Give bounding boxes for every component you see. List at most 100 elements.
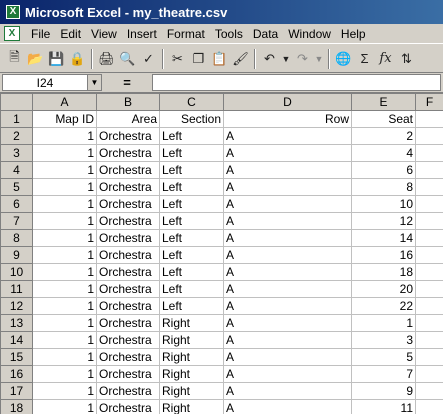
cell-f16[interactable] xyxy=(415,365,443,383)
sort-ascending-icon[interactable]: ⇅ xyxy=(396,48,417,70)
cell-b8[interactable]: Orchestra xyxy=(96,229,160,247)
cell-f12[interactable] xyxy=(415,297,443,315)
cell-c6[interactable]: Left xyxy=(159,195,224,213)
menu-help[interactable]: Help xyxy=(336,27,371,41)
row-header[interactable]: 16 xyxy=(0,365,33,383)
undo-dropdown-icon[interactable]: ▼ xyxy=(280,48,292,70)
cell-b16[interactable]: Orchestra xyxy=(96,365,160,383)
row-header[interactable]: 14 xyxy=(0,331,33,349)
cell-d17[interactable]: A xyxy=(223,382,352,400)
row-header[interactable]: 3 xyxy=(0,144,33,162)
cell-f9[interactable] xyxy=(415,246,443,264)
cell-f13[interactable] xyxy=(415,314,443,332)
menu-format[interactable]: Format xyxy=(162,27,210,41)
cell-f10[interactable] xyxy=(415,263,443,281)
cell-e2[interactable]: 2 xyxy=(351,127,416,145)
cell-a4[interactable]: 1 xyxy=(32,161,97,179)
cell-a6[interactable]: 1 xyxy=(32,195,97,213)
cell-c1[interactable]: Section xyxy=(159,110,224,128)
cell-d16[interactable]: A xyxy=(223,365,352,383)
cell-f17[interactable] xyxy=(415,382,443,400)
menu-window[interactable]: Window xyxy=(283,27,336,41)
cell-a9[interactable]: 1 xyxy=(32,246,97,264)
autosum-icon[interactable]: Σ xyxy=(354,48,375,70)
hyperlink-icon[interactable]: 🌐 xyxy=(333,48,354,70)
cell-e12[interactable]: 22 xyxy=(351,297,416,315)
spelling-icon[interactable]: ✓ xyxy=(138,48,159,70)
cell-d1[interactable]: Row xyxy=(223,110,352,128)
cell-b2[interactable]: Orchestra xyxy=(96,127,160,145)
row-header[interactable]: 4 xyxy=(0,161,33,179)
cell-a18[interactable]: 1 xyxy=(32,399,97,414)
menu-data[interactable]: Data xyxy=(248,27,283,41)
cell-c17[interactable]: Right xyxy=(159,382,224,400)
cell-b10[interactable]: Orchestra xyxy=(96,263,160,281)
cell-e4[interactable]: 6 xyxy=(351,161,416,179)
cell-c18[interactable]: Right xyxy=(159,399,224,414)
cell-a2[interactable]: 1 xyxy=(32,127,97,145)
menu-view[interactable]: View xyxy=(86,27,122,41)
cut-icon[interactable]: ✂ xyxy=(167,48,188,70)
print-icon[interactable]: 🖨 xyxy=(96,48,117,70)
cell-a7[interactable]: 1 xyxy=(32,212,97,230)
cell-f7[interactable] xyxy=(415,212,443,230)
row-header[interactable]: 2 xyxy=(0,127,33,145)
row-header[interactable]: 6 xyxy=(0,195,33,213)
cell-f11[interactable] xyxy=(415,280,443,298)
cell-a11[interactable]: 1 xyxy=(32,280,97,298)
paste-icon[interactable]: 📋 xyxy=(209,48,230,70)
cell-c2[interactable]: Left xyxy=(159,127,224,145)
open-icon[interactable]: 📂 xyxy=(25,48,46,70)
cell-d4[interactable]: A xyxy=(223,161,352,179)
menu-file[interactable]: File xyxy=(26,27,55,41)
cell-b6[interactable]: Orchestra xyxy=(96,195,160,213)
cell-b9[interactable]: Orchestra xyxy=(96,246,160,264)
cell-c3[interactable]: Left xyxy=(159,144,224,162)
cell-d15[interactable]: A xyxy=(223,348,352,366)
cell-f6[interactable] xyxy=(415,195,443,213)
cell-c15[interactable]: Right xyxy=(159,348,224,366)
row-header[interactable]: 9 xyxy=(0,246,33,264)
cell-d3[interactable]: A xyxy=(223,144,352,162)
row-header[interactable]: 5 xyxy=(0,178,33,196)
cell-b5[interactable]: Orchestra xyxy=(96,178,160,196)
cell-d18[interactable]: A xyxy=(223,399,352,414)
column-header-a[interactable]: A xyxy=(32,93,97,111)
column-header-e[interactable]: E xyxy=(351,93,416,111)
cell-b14[interactable]: Orchestra xyxy=(96,331,160,349)
cell-d8[interactable]: A xyxy=(223,229,352,247)
cell-f15[interactable] xyxy=(415,348,443,366)
cell-b18[interactable]: Orchestra xyxy=(96,399,160,414)
row-header[interactable]: 8 xyxy=(0,229,33,247)
cell-a13[interactable]: 1 xyxy=(32,314,97,332)
undo-icon[interactable]: ↶ xyxy=(259,48,280,70)
cell-c8[interactable]: Left xyxy=(159,229,224,247)
cell-e10[interactable]: 18 xyxy=(351,263,416,281)
cell-d13[interactable]: A xyxy=(223,314,352,332)
column-header-b[interactable]: B xyxy=(96,93,160,111)
cell-b15[interactable]: Orchestra xyxy=(96,348,160,366)
cell-e15[interactable]: 5 xyxy=(351,348,416,366)
cell-c5[interactable]: Left xyxy=(159,178,224,196)
column-header-c[interactable]: C xyxy=(159,93,224,111)
new-icon[interactable]: 🗎 xyxy=(4,48,25,70)
cell-e16[interactable]: 7 xyxy=(351,365,416,383)
cell-b13[interactable]: Orchestra xyxy=(96,314,160,332)
cell-b11[interactable]: Orchestra xyxy=(96,280,160,298)
cell-d12[interactable]: A xyxy=(223,297,352,315)
cell-e6[interactable]: 10 xyxy=(351,195,416,213)
name-box[interactable]: I24 ▼ xyxy=(2,74,102,91)
redo-icon[interactable]: ↷ xyxy=(292,48,313,70)
format-painter-icon[interactable]: 🖌 xyxy=(230,48,251,70)
cell-a16[interactable]: 1 xyxy=(32,365,97,383)
cell-a5[interactable]: 1 xyxy=(32,178,97,196)
select-all-corner[interactable] xyxy=(0,93,33,111)
cell-e1[interactable]: Seat xyxy=(351,110,416,128)
cell-a10[interactable]: 1 xyxy=(32,263,97,281)
copy-icon[interactable]: ❐ xyxy=(188,48,209,70)
cell-e11[interactable]: 20 xyxy=(351,280,416,298)
cell-c13[interactable]: Right xyxy=(159,314,224,332)
menu-tools[interactable]: Tools xyxy=(210,27,248,41)
excel-app-icon[interactable]: X xyxy=(6,5,20,19)
cell-f3[interactable] xyxy=(415,144,443,162)
